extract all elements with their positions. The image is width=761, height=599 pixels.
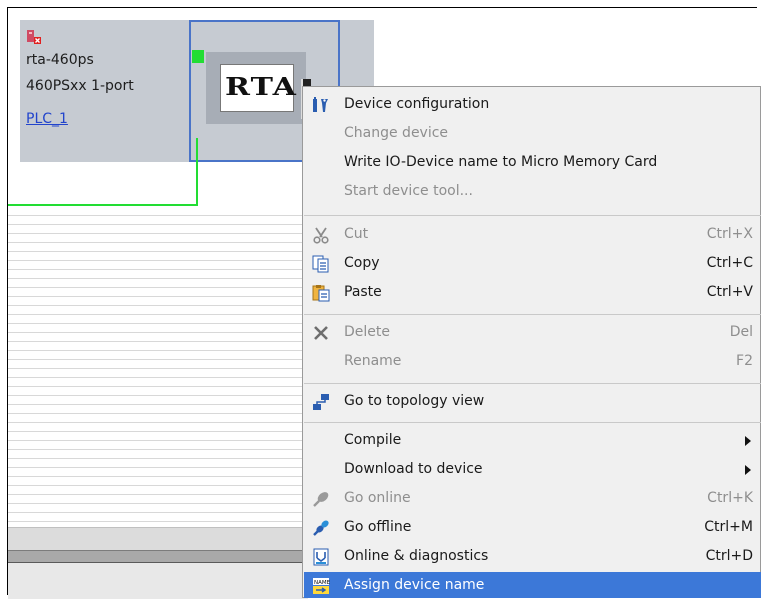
menu-separator bbox=[304, 383, 761, 384]
menu-item-start-device-tool[interactable]: Start device tool... bbox=[304, 178, 761, 206]
menu-item-paste[interactable]: Paste Ctrl+V bbox=[304, 279, 761, 307]
network-port-icon[interactable] bbox=[192, 50, 204, 63]
device-name-label: rta-460ps bbox=[26, 52, 94, 68]
assign-name-icon: NAME bbox=[312, 577, 331, 595]
paste-icon bbox=[312, 284, 330, 302]
scissors-icon bbox=[312, 226, 330, 244]
menu-item-go-online[interactable]: Go online Ctrl+K bbox=[304, 485, 761, 513]
device-config-icon bbox=[312, 96, 330, 114]
submenu-arrow-icon bbox=[745, 465, 751, 475]
menu-item-download-to-device[interactable]: Download to device bbox=[304, 456, 761, 484]
svg-text:NAME: NAME bbox=[314, 580, 330, 586]
submenu-arrow-icon bbox=[745, 436, 751, 446]
delete-x-icon bbox=[312, 324, 330, 342]
menu-item-copy[interactable]: Copy Ctrl+C bbox=[304, 250, 761, 278]
rta-logo-icon: RTA bbox=[220, 64, 311, 119]
device-image[interactable]: RTA bbox=[206, 52, 311, 124]
plc-link[interactable]: PLC_1 bbox=[26, 111, 68, 127]
menu-separator bbox=[304, 314, 761, 315]
menu-separator bbox=[304, 422, 761, 423]
menu-item-assign-device-name[interactable]: NAME Assign device name bbox=[304, 572, 761, 598]
menu-item-go-offline[interactable]: Go offline Ctrl+M bbox=[304, 514, 761, 542]
menu-item-go-to-topology-view[interactable]: Go to topology view bbox=[304, 388, 761, 416]
menu-item-write-io-device-name[interactable]: Write IO-Device name to Micro Memory Car… bbox=[304, 149, 761, 177]
context-menu: Device configuration Change device Write… bbox=[302, 86, 761, 598]
menu-item-rename[interactable]: Rename F2 bbox=[304, 348, 761, 376]
menu-item-online-diagnostics[interactable]: Online & diagnostics Ctrl+D bbox=[304, 543, 761, 571]
network-line-horizontal bbox=[8, 204, 198, 206]
device-error-status-icon bbox=[26, 29, 42, 45]
menu-item-change-device[interactable]: Change device bbox=[304, 120, 761, 148]
editor-bottom-strip bbox=[8, 527, 308, 550]
editor-footer-area bbox=[8, 562, 308, 599]
go-offline-icon bbox=[312, 519, 330, 537]
topology-icon bbox=[312, 393, 330, 411]
background-grid-rows bbox=[8, 207, 308, 527]
menu-separator bbox=[304, 215, 761, 216]
menu-item-compile[interactable]: Compile bbox=[304, 427, 761, 455]
menu-item-delete[interactable]: Delete Del bbox=[304, 319, 761, 347]
network-line-vertical bbox=[196, 138, 198, 206]
device-type-label: 460PSxx 1-port bbox=[26, 78, 134, 94]
menu-item-device-configuration[interactable]: Device configuration bbox=[304, 91, 761, 119]
go-online-icon bbox=[312, 490, 330, 508]
menu-item-cut[interactable]: Cut Ctrl+X bbox=[304, 221, 761, 249]
copy-icon bbox=[312, 255, 330, 273]
diagnostics-icon bbox=[312, 548, 330, 566]
